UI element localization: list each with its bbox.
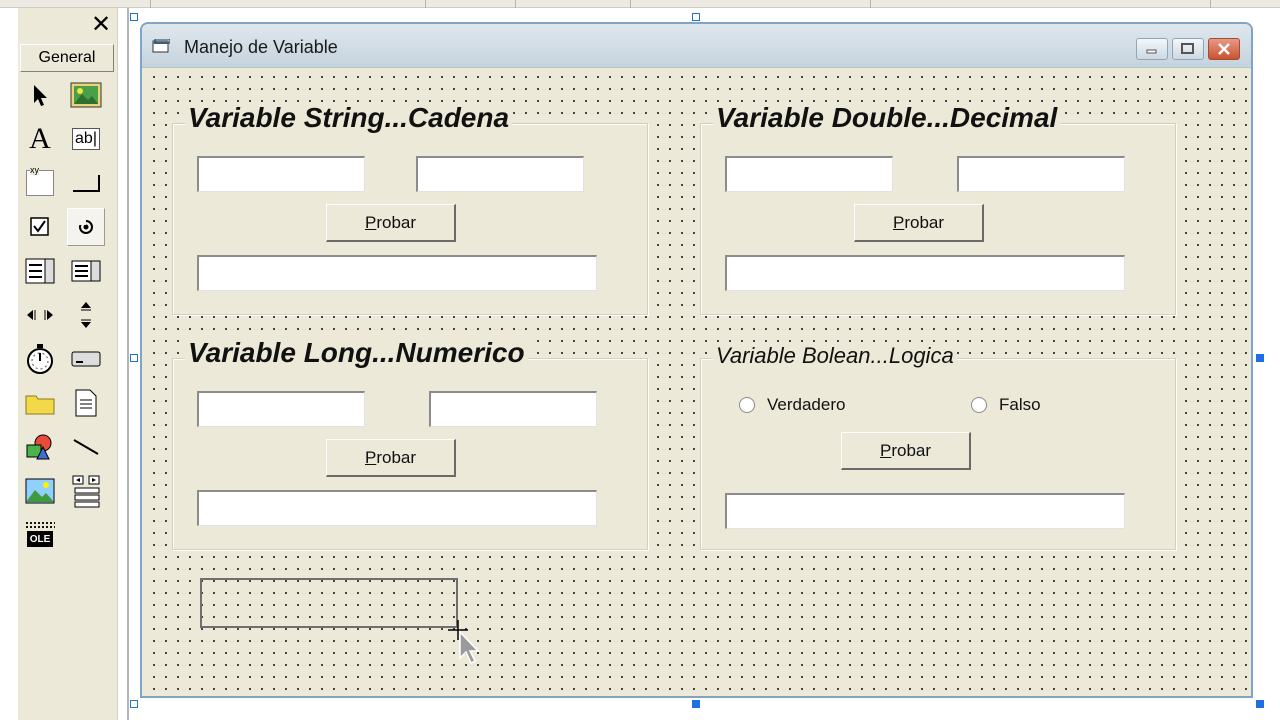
string-probar-button[interactable]: Probar [326, 204, 456, 242]
toolbox-close-button[interactable]: ✕ [88, 11, 114, 38]
form-resize-handle [130, 13, 138, 21]
ole-tool-glyph-box: OLE [25, 521, 55, 549]
string-input-1[interactable] [197, 156, 365, 192]
close-icon [1218, 43, 1230, 55]
toolbar-separator [150, 0, 151, 8]
drivelistbox-tool-icon[interactable] [67, 340, 105, 378]
hscrollbar-tool-icon[interactable] [21, 296, 59, 334]
label-tool-icon[interactable]: A [21, 120, 59, 158]
string-result-field[interactable] [197, 255, 597, 291]
radio-verdadero[interactable]: Verdadero [739, 395, 845, 415]
double-result-field[interactable] [725, 255, 1125, 291]
toolbar-separator [425, 0, 426, 8]
line-tool-icon[interactable] [67, 428, 105, 466]
designer-border [127, 8, 129, 720]
radio-falso-label: Falso [999, 395, 1041, 414]
frame-string-title: Variable String...Cadena [185, 102, 513, 134]
combobox-tool-icon[interactable] [21, 252, 59, 290]
radio-verdadero-label: Verdadero [767, 395, 846, 414]
long-input-2[interactable] [429, 391, 597, 427]
toolbar-separator [870, 0, 871, 8]
long-input-1[interactable] [197, 391, 365, 427]
double-probar-mnemonic: P [892, 212, 905, 232]
toolbar-strip [0, 0, 1280, 8]
frame-long-title: Variable Long...Numerico [185, 337, 528, 369]
control-draw-outline [200, 578, 458, 628]
bolean-probar-label: robar [891, 440, 932, 460]
form-resize-handle [130, 354, 138, 362]
form-title: Manejo de Variable [184, 37, 338, 57]
toolbox-tab-general[interactable]: General [20, 44, 114, 72]
form-window[interactable]: Manejo de Variable Variable String...Cad… [140, 22, 1253, 698]
vscrollbar-tool-icon[interactable] [67, 296, 105, 334]
frame-tool-glyph: xy [30, 165, 39, 175]
vb6-ide-screen: ✕ General A ab| xy OLE Manejo de Variabl… [0, 0, 1280, 720]
crosshair-cursor-icon [448, 620, 492, 675]
toolbox-panel: ✕ General A ab| xy OLE [18, 8, 118, 720]
filelistbox-tool-icon[interactable] [67, 384, 105, 422]
toolbar-separator [630, 0, 631, 8]
form-resize-handle[interactable] [1256, 700, 1264, 708]
radio-falso-circle[interactable] [971, 397, 987, 413]
textbox-tool-icon[interactable]: ab| [67, 120, 105, 158]
picturebox-tool-icon[interactable] [67, 76, 105, 114]
double-probar-label: robar [904, 212, 945, 232]
ole-dot-pattern [25, 521, 55, 529]
optionbutton-tool-icon[interactable] [67, 208, 105, 246]
dirlistbox-tool-icon[interactable] [21, 384, 59, 422]
minimize-button[interactable] [1136, 38, 1168, 60]
minimize-icon [1146, 49, 1157, 54]
toolbar-separator [1210, 0, 1211, 8]
frame-double-title: Variable Double...Decimal [713, 102, 1061, 134]
frame-tool-glyph-box: xy [26, 165, 54, 196]
frame-long[interactable]: Variable Long...Numerico Probar [172, 337, 648, 550]
maximize-icon [1181, 43, 1194, 54]
listbox-tool-icon[interactable] [67, 252, 105, 290]
form-resize-handle [692, 13, 700, 21]
frame-tool-icon[interactable]: xy [21, 164, 59, 202]
form-resize-handle[interactable] [1256, 354, 1264, 362]
frame-string[interactable]: Variable String...Cadena Probar [172, 102, 648, 315]
pointer-tool-icon[interactable] [21, 76, 59, 114]
toolbar-separator [515, 0, 516, 8]
double-probar-button[interactable]: Probar [854, 204, 984, 242]
checkbox-tool-icon[interactable] [21, 208, 59, 246]
ole-tool-glyph: OLE [27, 531, 53, 547]
double-input-1[interactable] [725, 156, 893, 192]
string-probar-mnemonic: P [364, 212, 377, 232]
commandbutton-tool-icon[interactable] [67, 164, 105, 202]
form-icon [152, 39, 170, 53]
form-resize-handle[interactable] [692, 700, 700, 708]
long-probar-label: robar [376, 447, 417, 467]
string-input-2[interactable] [416, 156, 584, 192]
shape-tool-icon[interactable] [21, 428, 59, 466]
long-probar-mnemonic: P [364, 447, 377, 467]
string-probar-label: robar [376, 212, 417, 232]
long-probar-button[interactable]: Probar [326, 439, 456, 477]
radio-falso[interactable]: Falso [971, 395, 1041, 415]
label-tool-glyph: A [29, 122, 51, 155]
radio-verdadero-circle[interactable] [739, 397, 755, 413]
form-titlebar[interactable]: Manejo de Variable [142, 24, 1251, 68]
frame-bolean-title: Variable Bolean...Logica [713, 343, 957, 369]
close-button[interactable] [1208, 38, 1240, 60]
maximize-button[interactable] [1172, 38, 1204, 60]
frame-double[interactable]: Variable Double...Decimal Probar [700, 102, 1176, 315]
textbox-tool-glyph: ab| [72, 128, 100, 150]
data-tool-icon[interactable] [67, 472, 105, 510]
long-result-field[interactable] [197, 490, 597, 526]
double-input-2[interactable] [957, 156, 1125, 192]
image-tool-icon[interactable] [21, 472, 59, 510]
bolean-probar-mnemonic: P [879, 440, 892, 460]
form-client-area[interactable]: Variable String...Cadena Probar Variable… [146, 68, 1247, 694]
form-resize-handle [130, 700, 138, 708]
timer-tool-icon[interactable] [21, 340, 59, 378]
frame-bolean[interactable]: Variable Bolean...Logica Verdadero Falso… [700, 343, 1176, 550]
ole-tool-icon[interactable]: OLE [21, 516, 59, 554]
bolean-probar-button[interactable]: Probar [841, 432, 971, 470]
bolean-result-field[interactable] [725, 493, 1125, 529]
